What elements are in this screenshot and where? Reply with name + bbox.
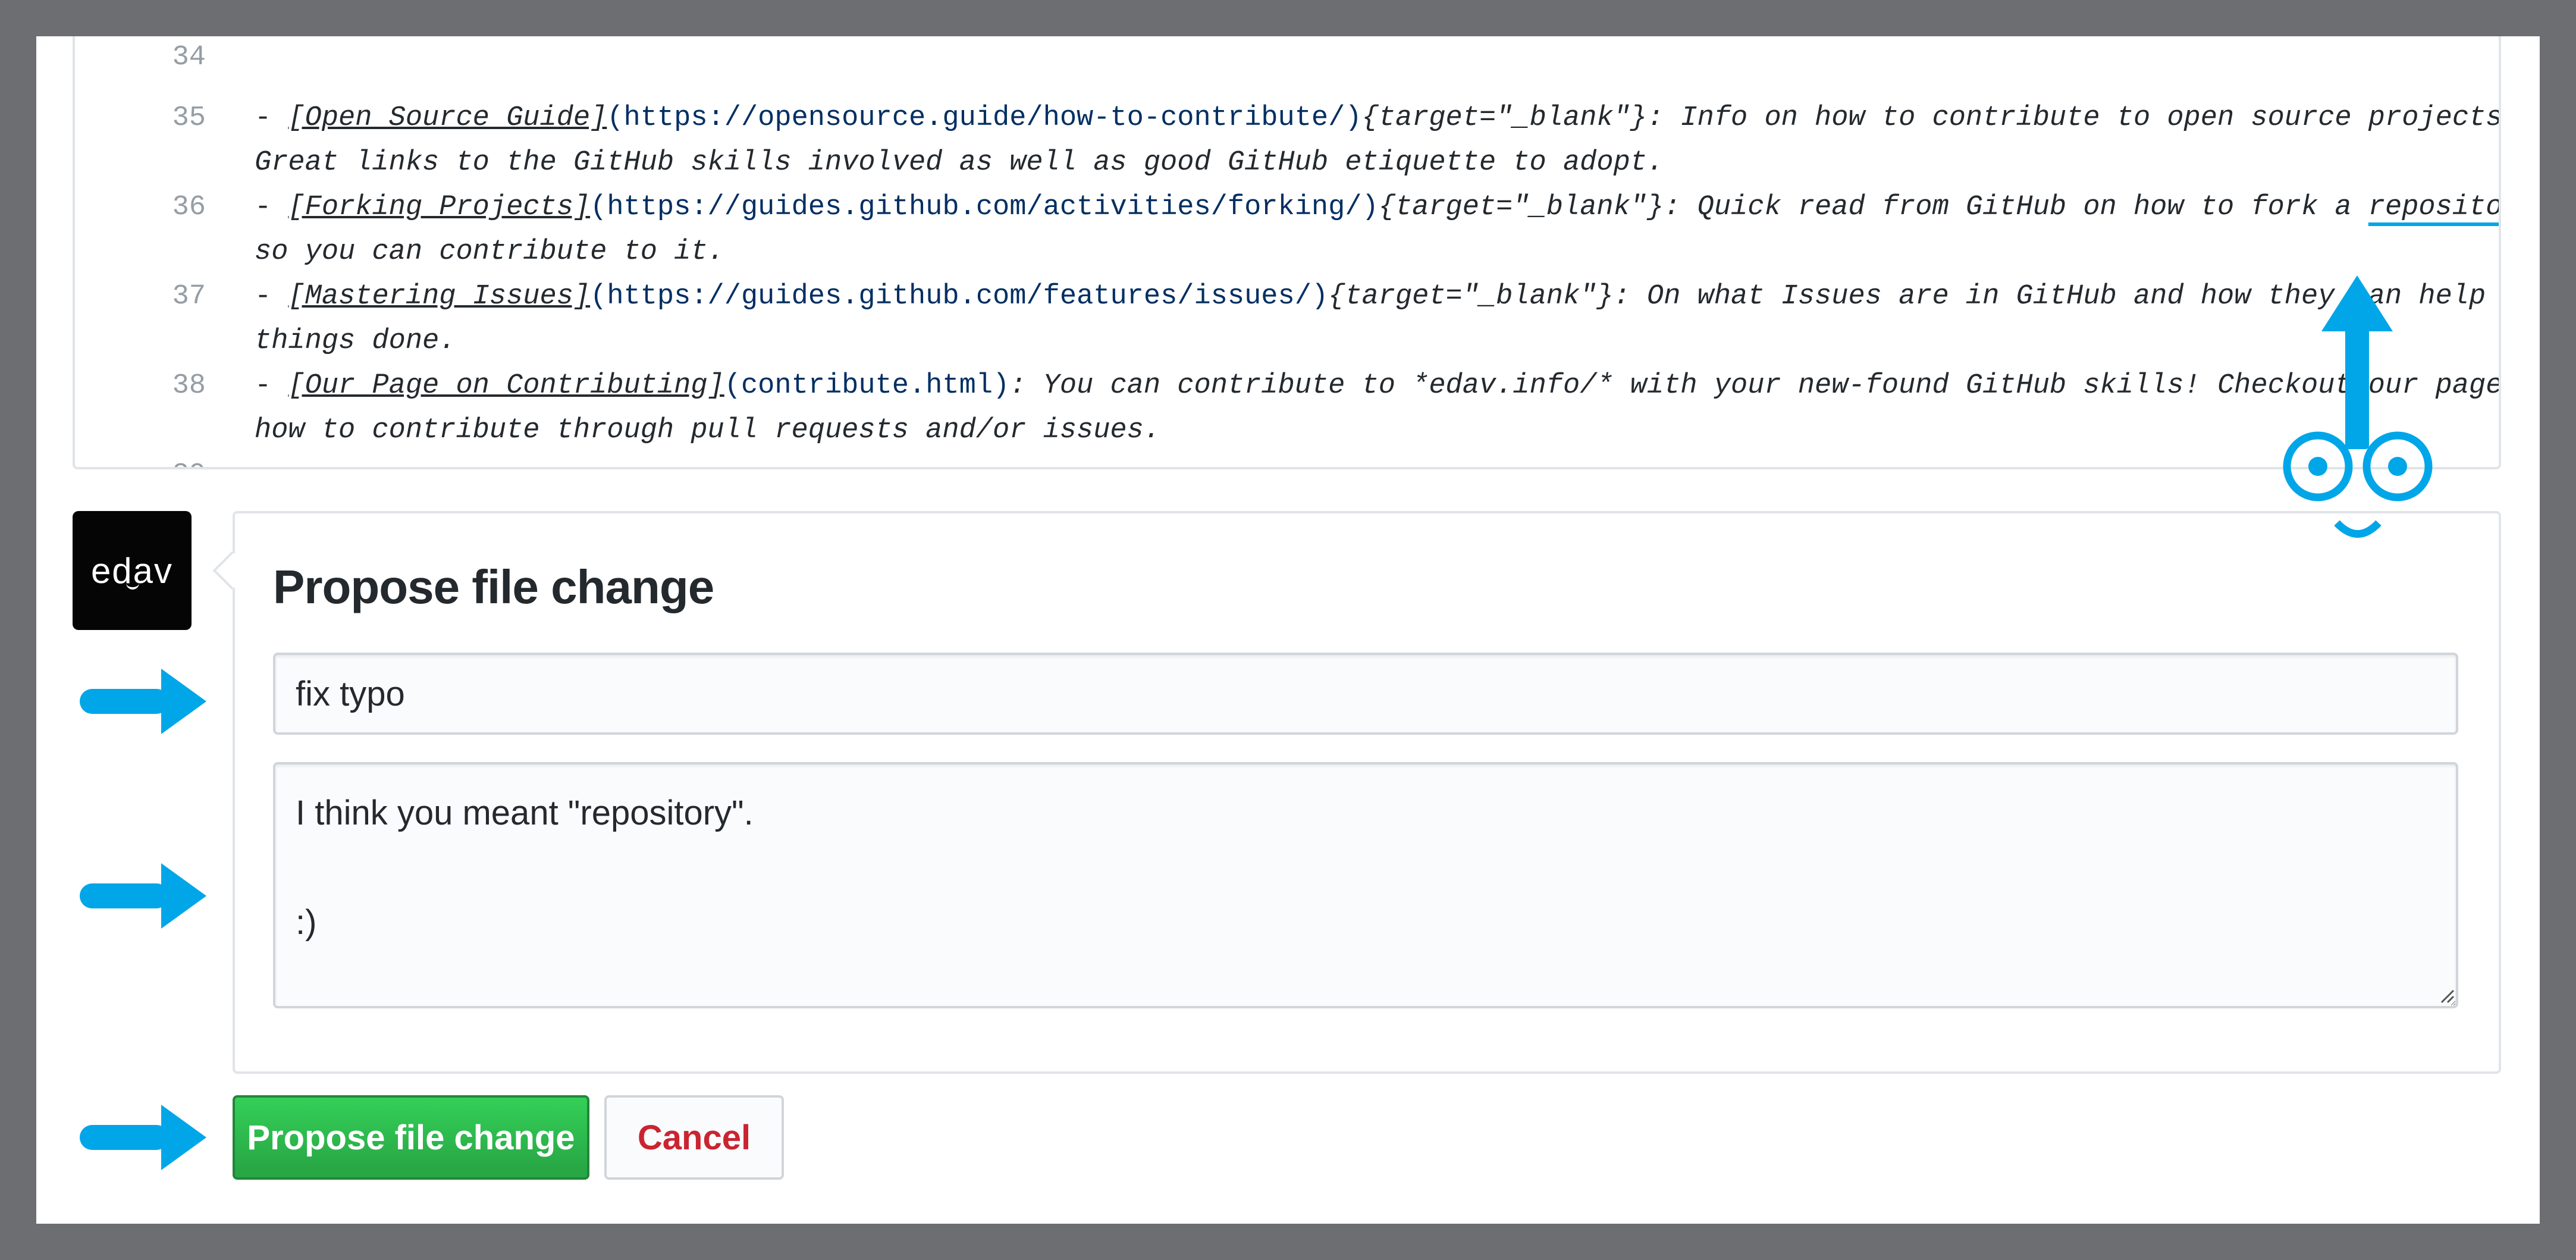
arrow-right-icon [80, 669, 206, 734]
screenshot-frame: 34 35- [Open Source Guide](https://openso… [36, 36, 2540, 1224]
arrow-right-icon [80, 1105, 206, 1170]
annotation-overlay [80, 275, 2433, 1170]
arrow-up-icon [2321, 275, 2393, 449]
eye-pupil-left [2308, 457, 2327, 476]
eyes-face-icon [2283, 431, 2433, 538]
arrow-right-icon [80, 863, 206, 929]
eye-pupil-right [2388, 457, 2407, 476]
